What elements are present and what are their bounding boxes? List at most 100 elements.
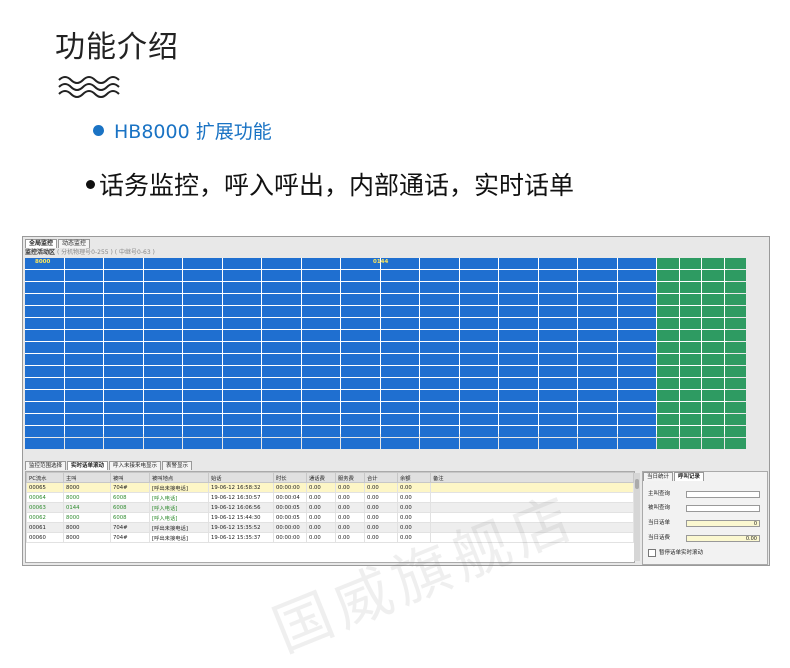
extension-cell[interactable]: [262, 390, 301, 401]
extension-cell[interactable]: [459, 258, 498, 269]
extension-cell[interactable]: [301, 378, 340, 389]
extension-cell[interactable]: [64, 402, 103, 413]
extension-cell[interactable]: [617, 414, 656, 425]
extension-cell[interactable]: [578, 258, 617, 269]
extension-cell[interactable]: [341, 354, 380, 365]
extension-cell[interactable]: [420, 306, 459, 317]
extension-cell[interactable]: [578, 306, 617, 317]
extension-cell[interactable]: [301, 354, 340, 365]
extension-cell[interactable]: [183, 414, 222, 425]
trunk-cell[interactable]: [724, 354, 746, 365]
extension-cell[interactable]: [104, 402, 143, 413]
trunk-cell[interactable]: [702, 342, 724, 353]
extension-cell[interactable]: [538, 282, 577, 293]
extension-cell[interactable]: [262, 258, 301, 269]
extension-cell[interactable]: [341, 318, 380, 329]
trunk-cell[interactable]: [724, 426, 746, 437]
extension-cell[interactable]: [183, 282, 222, 293]
extension-cell[interactable]: [104, 378, 143, 389]
extension-cell[interactable]: [262, 402, 301, 413]
extension-cell[interactable]: [25, 342, 64, 353]
extension-cell[interactable]: [222, 342, 261, 353]
extension-cell[interactable]: [104, 294, 143, 305]
trunk-cell[interactable]: [657, 366, 679, 377]
trunk-cell[interactable]: [724, 342, 746, 353]
extension-cell[interactable]: [538, 294, 577, 305]
extension-cell[interactable]: [459, 426, 498, 437]
trunk-cell[interactable]: [724, 402, 746, 413]
extension-cell[interactable]: [578, 282, 617, 293]
extension-cell[interactable]: [499, 270, 538, 281]
trunk-cell[interactable]: [657, 330, 679, 341]
extension-cell[interactable]: [143, 402, 182, 413]
extension-cell[interactable]: [301, 402, 340, 413]
extension-cell[interactable]: [578, 354, 617, 365]
extension-cell[interactable]: [183, 306, 222, 317]
extension-cell[interactable]: [578, 426, 617, 437]
trunk-cell[interactable]: [679, 414, 701, 425]
extension-cell[interactable]: [183, 438, 222, 449]
extension-cell[interactable]: [459, 282, 498, 293]
extension-cell[interactable]: [420, 342, 459, 353]
table-row[interactable]: 00064 8000 6008 [呼入电话] 19-06-12 16:30:57 00:0…: [26, 492, 634, 503]
extension-cell[interactable]: [301, 294, 340, 305]
extension-cell[interactable]: [301, 258, 340, 269]
extension-cell[interactable]: [143, 258, 182, 269]
extension-cell[interactable]: [341, 342, 380, 353]
trunk-cell[interactable]: [657, 438, 679, 449]
extension-cell[interactable]: [222, 354, 261, 365]
extension-cell[interactable]: [143, 426, 182, 437]
extension-cell[interactable]: [578, 438, 617, 449]
trunk-cell[interactable]: [702, 354, 724, 365]
extension-cell[interactable]: [420, 282, 459, 293]
extension-cell[interactable]: [499, 438, 538, 449]
extension-cell[interactable]: [538, 426, 577, 437]
extension-cell[interactable]: [459, 438, 498, 449]
extension-cell[interactable]: [262, 366, 301, 377]
trunk-cell[interactable]: [657, 414, 679, 425]
trunk-cell[interactable]: [724, 270, 746, 281]
extension-cell[interactable]: [499, 378, 538, 389]
extension-cell[interactable]: [380, 402, 419, 413]
extension-cell[interactable]: [499, 426, 538, 437]
extension-cell[interactable]: [380, 438, 419, 449]
table-scrollbar[interactable]: [634, 473, 640, 561]
trunk-cell[interactable]: [657, 294, 679, 305]
extension-cell[interactable]: [420, 270, 459, 281]
extension-cell[interactable]: [420, 366, 459, 377]
extension-cell[interactable]: [301, 438, 340, 449]
col-header[interactable]: 被叫: [110, 472, 150, 483]
extension-cell[interactable]: [538, 342, 577, 353]
extension-cell[interactable]: [341, 390, 380, 401]
extension-cell[interactable]: [420, 354, 459, 365]
extension-cell[interactable]: [143, 354, 182, 365]
extension-cell[interactable]: [222, 270, 261, 281]
extension-cell[interactable]: [380, 330, 419, 341]
extension-cell[interactable]: [183, 402, 222, 413]
extension-cell[interactable]: [499, 306, 538, 317]
extension-cell[interactable]: [262, 330, 301, 341]
trunk-cell[interactable]: [702, 258, 724, 269]
extension-cell[interactable]: [617, 330, 656, 341]
trunk-cell[interactable]: [657, 282, 679, 293]
col-header[interactable]: 余额: [397, 472, 431, 483]
extension-cell[interactable]: [64, 378, 103, 389]
extension-cell[interactable]: [183, 426, 222, 437]
extension-cell[interactable]: [183, 378, 222, 389]
extension-cell[interactable]: [341, 282, 380, 293]
extension-cell[interactable]: [341, 378, 380, 389]
trunk-cell[interactable]: [657, 318, 679, 329]
extension-cell[interactable]: [420, 318, 459, 329]
extension-cell[interactable]: [104, 342, 143, 353]
extension-cell[interactable]: [459, 294, 498, 305]
extension-cell[interactable]: [380, 426, 419, 437]
tab-call-log[interactable]: 呼叫记录: [674, 472, 705, 481]
extension-cell[interactable]: [143, 366, 182, 377]
extension-cell[interactable]: [459, 402, 498, 413]
extension-cell[interactable]: [578, 294, 617, 305]
extension-cell[interactable]: [459, 330, 498, 341]
extension-cell[interactable]: [420, 402, 459, 413]
extension-cell[interactable]: [301, 426, 340, 437]
extension-cell[interactable]: [25, 294, 64, 305]
extension-cell[interactable]: [538, 270, 577, 281]
